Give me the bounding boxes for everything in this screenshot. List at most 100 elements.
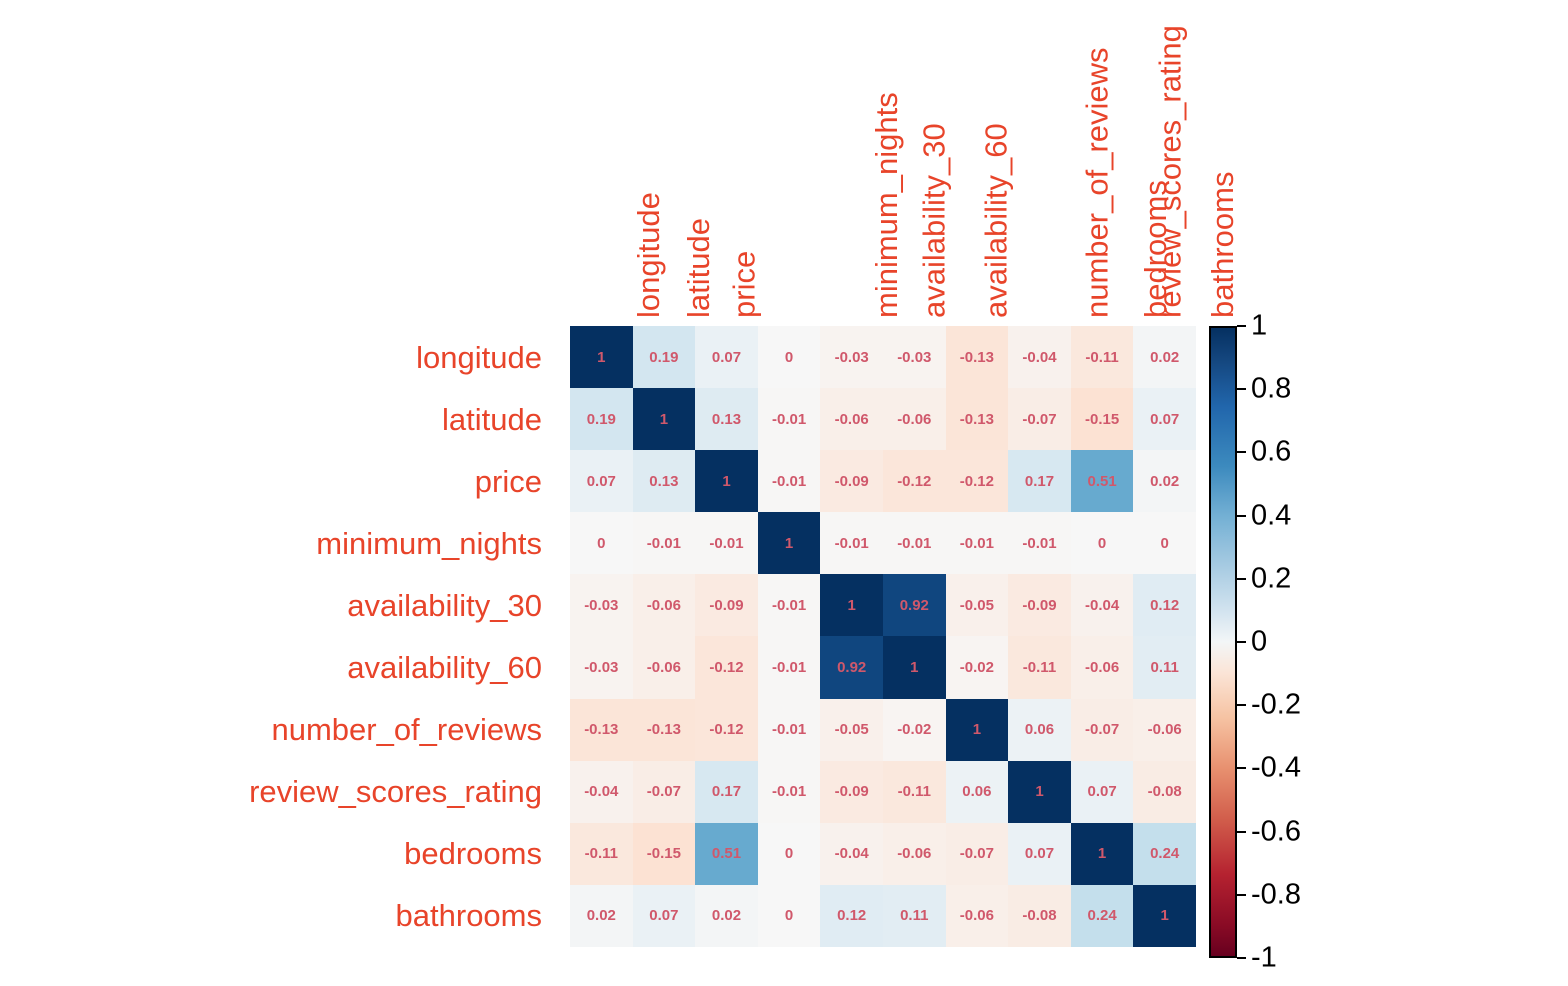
heatmap-cell-value: -0.09 [834,783,869,801]
heatmap-cell-value: -0.11 [1022,659,1057,677]
heatmap-cell-value: 1 [659,410,669,428]
heatmap-cell: 0.92 [882,574,946,637]
heatmap-cell-value: 0 [784,845,794,863]
heatmap-cell-value: -0.06 [1084,659,1120,677]
heatmap-cell: -0.13 [945,326,1009,389]
heatmap-cell: -0.04 [570,760,633,823]
colorbar: 1 0.8 0.6 0.4 0.2 0 -0.2 -0.4 -0.6 -0.8 -1 [1209,311,1329,972]
heatmap-cell-value: -0.04 [1022,348,1057,366]
colorbar-tick-mark [1237,388,1246,391]
heatmap-cell-value: 0.13 [711,410,742,428]
heatmap-cell: -0.02 [945,636,1009,699]
heatmap-cell: -0.11 [1070,326,1134,389]
x-tick-label-availability_60: availability_60 [883,0,1014,326]
heatmap-cell-value: -0.09 [709,596,744,614]
heatmap-cell: 0.12 [820,884,883,947]
heatmap-cell: 0.12 [1133,574,1196,637]
heatmap-cell-value: 0.19 [649,348,679,366]
heatmap-cell: -0.01 [757,636,821,699]
heatmap-cell-value: 0 [597,534,606,552]
heatmap-cell: -0.07 [1070,698,1134,761]
heatmap-cell: -0.05 [820,698,883,761]
heatmap-cell: -0.01 [882,512,946,575]
heatmap-cell: 0.19 [632,326,696,389]
colorbar-tick-label: 0.4 [1251,499,1292,532]
heatmap-cell-value: -0.07 [1022,410,1057,428]
heatmap-cell-value: 0.06 [962,783,992,801]
heatmap-cell-value: 0.13 [649,472,679,490]
x-tick-label-longitude: longitude [570,0,666,326]
y-tick-label-price: price [0,450,542,512]
colorbar-tick-mark [1237,641,1246,643]
heatmap-cell: 1 [945,698,1009,761]
colorbar-tick-mark [1237,325,1246,327]
heatmap-cell-value: 1 [972,721,982,739]
heatmap-cell-value: -0.15 [646,845,681,863]
y-tick-label-text: longitude [416,339,542,375]
heatmap-cell: -0.13 [632,698,696,761]
y-tick-label-text: number_of_reviews [271,712,542,748]
heatmap-cell-value: 0.11 [1150,659,1179,677]
heatmap-cell-value: 0.12 [1150,596,1180,614]
heatmap-cell-value: -0.08 [1022,907,1057,925]
heatmap-cell: -0.01 [632,512,696,575]
heatmap-cell-value: -0.13 [959,348,994,366]
heatmap-cell-value: -0.03 [584,596,619,614]
heatmap-cell: 0.02 [1133,326,1196,389]
colorbar-tick-label: -1 [1251,941,1277,974]
heatmap-cell-value: 1 [1160,907,1169,925]
heatmap-cell-value: -0.01 [771,659,807,677]
heatmap-cell: 0.51 [695,822,758,885]
x-tick-label-price: price [695,0,762,326]
heatmap-cell: 1 [757,512,821,575]
x-tick-label-minimum_nights: minimum_nights [758,0,904,326]
colorbar-tick-mark [1237,577,1246,580]
heatmap-cell-value: -0.05 [959,596,994,614]
y-tick-label-review_scores_rating: review_scores_rating [0,761,542,823]
heatmap-cell: 0.02 [1133,450,1196,513]
heatmap-cell: 0.19 [570,388,633,451]
heatmap-cell: -0.12 [882,450,946,513]
colorbar-tick-mark [1237,830,1246,833]
heatmap-cell: 0.92 [820,636,883,699]
heatmap-cell: 0.07 [1133,388,1196,451]
heatmap-cell-value: 0.02 [1150,472,1180,490]
heatmap-cell-value: 1 [597,348,606,366]
y-tick-label-text: minimum_nights [316,525,542,561]
heatmap-cell: -0.12 [945,450,1009,513]
colorbar-tick-mark [1237,704,1246,707]
heatmap-cell-value: -0.02 [897,721,932,739]
heatmap-cell: -0.06 [632,574,696,637]
heatmap-cell-value: -0.01 [771,472,807,490]
y-axis-tick-labels: longitude latitude price minimum_nights avai… [0,326,556,947]
heatmap-cell-value: 0.06 [1024,721,1055,739]
heatmap-cell-value: -0.05 [834,721,869,739]
heatmap-cell-value: -0.01 [959,534,994,552]
heatmap-cell: 0.24 [1070,884,1134,947]
heatmap-cell-value: 0.07 [1087,783,1117,801]
heatmap-cell: -0.15 [1070,388,1134,451]
heatmap-cell: -0.07 [1008,388,1071,451]
x-tick-label-latitude: latitude [633,0,716,326]
heatmap-cell-value: -0.01 [771,410,807,428]
heatmap-cell: 0.02 [695,884,758,947]
heatmap-grid: 1 0.19 0.07 0 -0.03 -0.03 -0.13 -0.04 -0.11 0.02 0… [570,326,1196,947]
heatmap-cell: 0.11 [1133,636,1196,699]
heatmap-cell-value: 0.12 [837,907,867,925]
heatmap-cell-value: 1 [722,472,731,490]
heatmap-cell: -0.05 [945,574,1009,637]
heatmap-cell-value: -0.11 [1085,348,1119,366]
heatmap-cell: -0.08 [1008,884,1071,947]
heatmap-cell: -0.01 [757,698,821,761]
heatmap-cell-value: -0.07 [1084,721,1120,739]
y-tick-label-availability_30: availability_30 [0,574,542,636]
heatmap-cell-value: -0.07 [646,783,681,801]
y-tick-label-text: availability_60 [347,650,542,686]
heatmap-cell: 0.06 [945,760,1009,823]
colorbar-tick-label: 0 [1251,625,1268,658]
x-tick-label-bedrooms: bedrooms [1071,0,1173,326]
heatmap-cell: -0.06 [632,636,696,699]
heatmap-cell: -0.09 [695,574,758,637]
heatmap-cell-value: -0.13 [646,721,681,739]
heatmap-cell: -0.11 [1008,636,1071,699]
